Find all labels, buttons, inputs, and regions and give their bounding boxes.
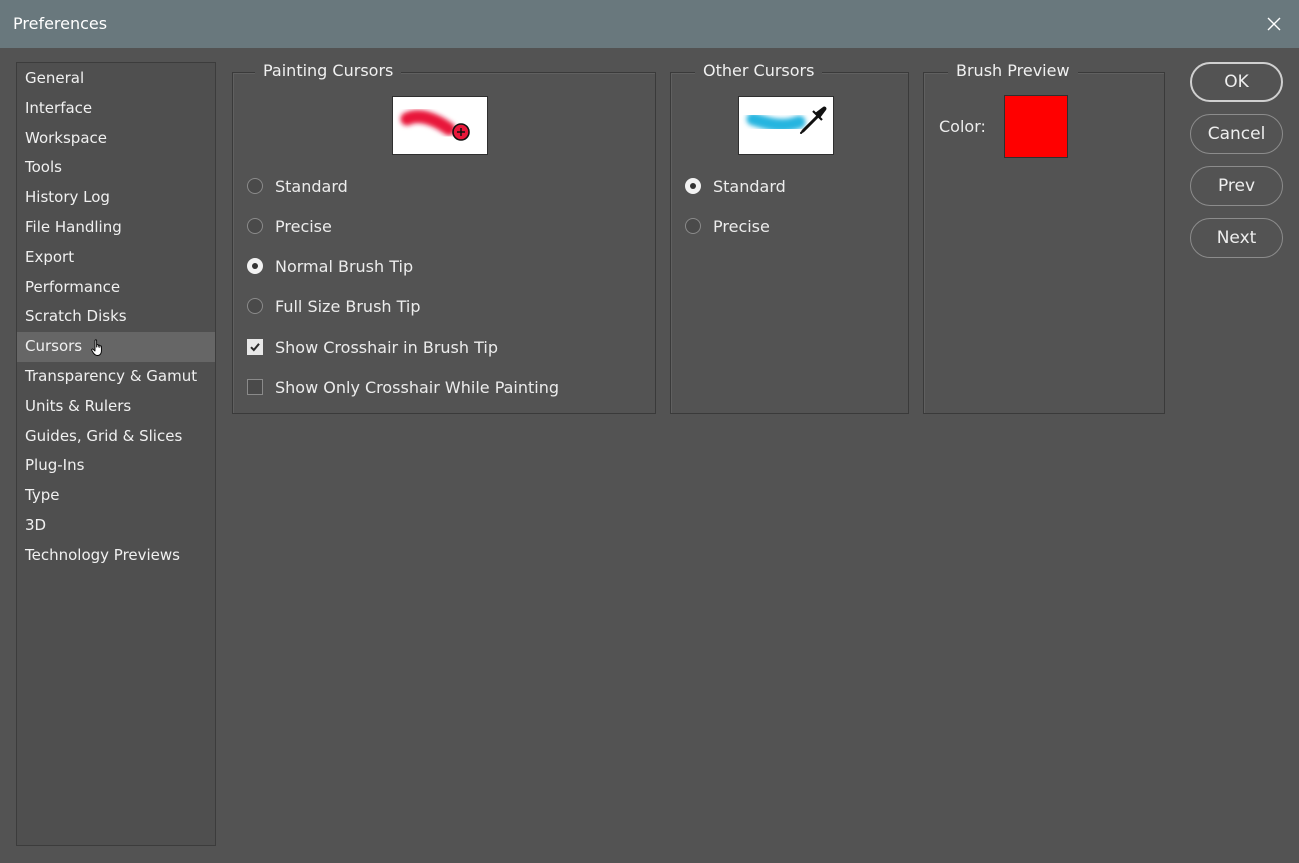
checkmark-icon <box>250 343 260 352</box>
sidebar-item-file-handling[interactable]: File Handling <box>17 213 215 243</box>
sidebar-item-label: Performance <box>25 277 121 296</box>
sidebar-item-history-log[interactable]: History Log <box>17 183 215 213</box>
sidebar-item-units-rulers[interactable]: Units & Rulers <box>17 392 215 422</box>
radio-indicator <box>685 218 701 234</box>
sidebar-item-label: Cursors <box>25 337 83 356</box>
window-title: Preferences <box>13 14 108 33</box>
other-cursor-preview <box>738 96 834 155</box>
brush-stroke-crosshair-icon <box>400 110 470 141</box>
sidebar-item-tools[interactable]: Tools <box>17 153 215 183</box>
sidebar-item-label: Scratch Disks <box>25 307 127 326</box>
sidebar-item-label: Workspace <box>25 128 107 147</box>
show-crosshair-checkbox[interactable]: Show Crosshair in Brush Tip <box>247 335 498 359</box>
group-label: Painting Cursors <box>255 61 402 80</box>
sidebar-item-label: Technology Previews <box>25 545 180 564</box>
preferences-category-list: General Interface Workspace Tools Histor… <box>16 62 216 846</box>
sidebar-item-label: Plug-Ins <box>25 456 85 475</box>
sidebar-item-label: General <box>25 69 85 87</box>
radio-indicator <box>247 258 263 274</box>
sidebar-item-label: Tools <box>25 158 62 177</box>
sidebar-item-transparency-gamut[interactable]: Transparency & Gamut <box>17 362 215 392</box>
sidebar-item-workspace[interactable]: Workspace <box>17 124 215 154</box>
option-label: Normal Brush Tip <box>275 256 414 276</box>
sidebar-item-cursors[interactable]: Cursors <box>17 332 215 362</box>
sidebar-item-type[interactable]: Type <box>17 481 215 511</box>
other-precise-radio[interactable]: Precise <box>685 214 770 238</box>
ok-button[interactable]: OK <box>1190 62 1283 102</box>
sidebar-item-label: Guides, Grid & Slices <box>25 426 183 445</box>
option-label: Standard <box>275 176 348 196</box>
painting-precise-radio[interactable]: Precise <box>247 214 332 238</box>
painting-normal-brush-tip-radio[interactable]: Normal Brush Tip <box>247 254 413 278</box>
sidebar-item-3d[interactable]: 3D <box>17 511 215 541</box>
painting-standard-radio[interactable]: Standard <box>247 174 348 198</box>
close-button[interactable] <box>1249 0 1299 48</box>
sidebar-item-plug-ins[interactable]: Plug-Ins <box>17 451 215 481</box>
sidebar-item-general[interactable]: General <box>17 64 215 94</box>
painting-cursor-preview <box>392 96 488 155</box>
sidebar-item-interface[interactable]: Interface <box>17 94 215 124</box>
radio-indicator <box>247 218 263 234</box>
close-icon <box>1267 17 1281 31</box>
cancel-button[interactable]: Cancel <box>1190 114 1283 154</box>
option-label: Precise <box>713 216 770 236</box>
hand-pointer-icon <box>91 339 102 357</box>
title-bar[interactable]: Preferences <box>0 0 1299 48</box>
next-button[interactable]: Next <box>1190 218 1283 258</box>
color-label: Color: <box>939 117 986 136</box>
radio-indicator <box>685 178 701 194</box>
radio-indicator <box>247 298 263 314</box>
sidebar-item-label: Export <box>25 247 75 266</box>
sidebar-item-technology-previews[interactable]: Technology Previews <box>17 541 215 571</box>
checkbox-indicator <box>247 339 263 355</box>
group-label: Other Cursors <box>695 61 823 80</box>
brush-color-swatch[interactable] <box>1004 95 1068 158</box>
other-standard-radio[interactable]: Standard <box>685 174 786 198</box>
sidebar-item-label: Units & Rulers <box>25 396 132 415</box>
prev-button[interactable]: Prev <box>1190 166 1283 206</box>
sidebar-item-label: Interface <box>25 98 93 117</box>
radio-indicator <box>247 178 263 194</box>
eyedropper-stroke-icon <box>746 106 827 134</box>
sidebar-item-label: 3D <box>25 515 47 534</box>
sidebar-item-export[interactable]: Export <box>17 243 215 273</box>
sidebar-item-performance[interactable]: Performance <box>17 273 215 303</box>
option-label: Show Crosshair in Brush Tip <box>275 337 498 357</box>
sidebar-item-guides-grid-slices[interactable]: Guides, Grid & Slices <box>17 422 215 452</box>
show-only-crosshair-checkbox[interactable]: Show Only Crosshair While Painting <box>247 375 559 399</box>
sidebar-item-scratch-disks[interactable]: Scratch Disks <box>17 302 215 332</box>
group-label: Brush Preview <box>948 61 1078 80</box>
option-label: Precise <box>275 216 332 236</box>
sidebar-item-label: Transparency & Gamut <box>25 366 198 385</box>
sidebar-item-label: History Log <box>25 188 110 207</box>
preferences-dialog: Preferences General Interface Workspace … <box>0 0 1299 863</box>
option-label: Show Only Crosshair While Painting <box>275 377 560 397</box>
sidebar-item-label: File Handling <box>25 217 122 236</box>
option-label: Full Size Brush Tip <box>275 296 421 316</box>
painting-full-size-brush-tip-radio[interactable]: Full Size Brush Tip <box>247 294 421 318</box>
sidebar-item-label: Type <box>25 486 60 505</box>
checkbox-indicator <box>247 379 263 395</box>
option-label: Standard <box>713 176 786 196</box>
